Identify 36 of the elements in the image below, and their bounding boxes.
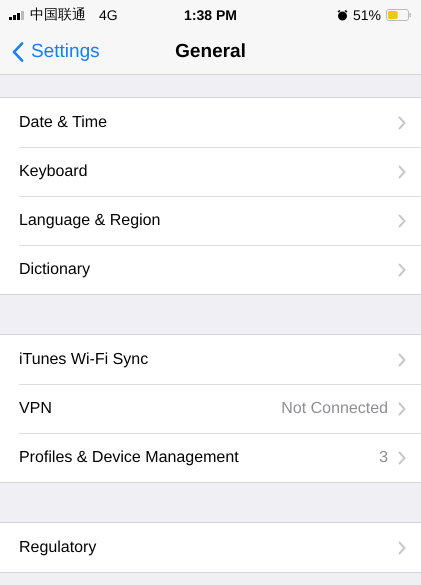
- row-label: Profiles & Device Management: [19, 448, 240, 466]
- page-title: General: [175, 41, 246, 63]
- chevron-icon: [398, 116, 406, 130]
- row-label: VPN: [19, 400, 53, 418]
- chevron-icon: [398, 164, 406, 178]
- chevron-icon: [398, 450, 406, 464]
- signal-icon: [9, 10, 25, 20]
- settings-row[interactable]: Dictionary: [0, 245, 421, 294]
- chevron-icon: [398, 352, 406, 366]
- row-detail: 3: [379, 448, 388, 466]
- row-label: Dictionary: [19, 260, 92, 278]
- settings-row[interactable]: Regulatory: [0, 523, 421, 572]
- settings-row[interactable]: Keyboard: [0, 147, 421, 196]
- alarm-icon: [336, 10, 348, 20]
- battery-icon: [386, 9, 412, 21]
- settings-row[interactable]: Profiles & Device Management 3: [0, 433, 421, 482]
- settings-row[interactable]: iTunes Wi-Fi Sync: [0, 335, 421, 384]
- chevron-icon: [398, 540, 406, 554]
- row-detail: Not Connected: [281, 400, 388, 418]
- chevron-icon: [398, 262, 406, 276]
- row-label: Language & Region: [19, 212, 162, 230]
- row-label: Date & Time: [19, 114, 108, 132]
- battery-percent: 51%: [352, 7, 381, 23]
- row-label: iTunes Wi-Fi Sync: [19, 350, 150, 368]
- settings-row[interactable]: Date & Time: [0, 98, 421, 147]
- back-button[interactable]: Settings: [0, 41, 100, 63]
- chevron-icon: [398, 214, 406, 228]
- carrier-name: 中国联通: [30, 6, 86, 24]
- row-label: Keyboard: [19, 162, 88, 180]
- back-chevron-icon: [12, 42, 24, 62]
- settings-row[interactable]: Language & Region: [0, 196, 421, 245]
- chevron-icon: [398, 402, 406, 416]
- status-time: 1:38 PM: [184, 7, 237, 23]
- settings-row[interactable]: VPN Not Connected: [0, 384, 421, 433]
- network-type: 4G: [99, 7, 118, 23]
- row-label: Regulatory: [19, 538, 98, 556]
